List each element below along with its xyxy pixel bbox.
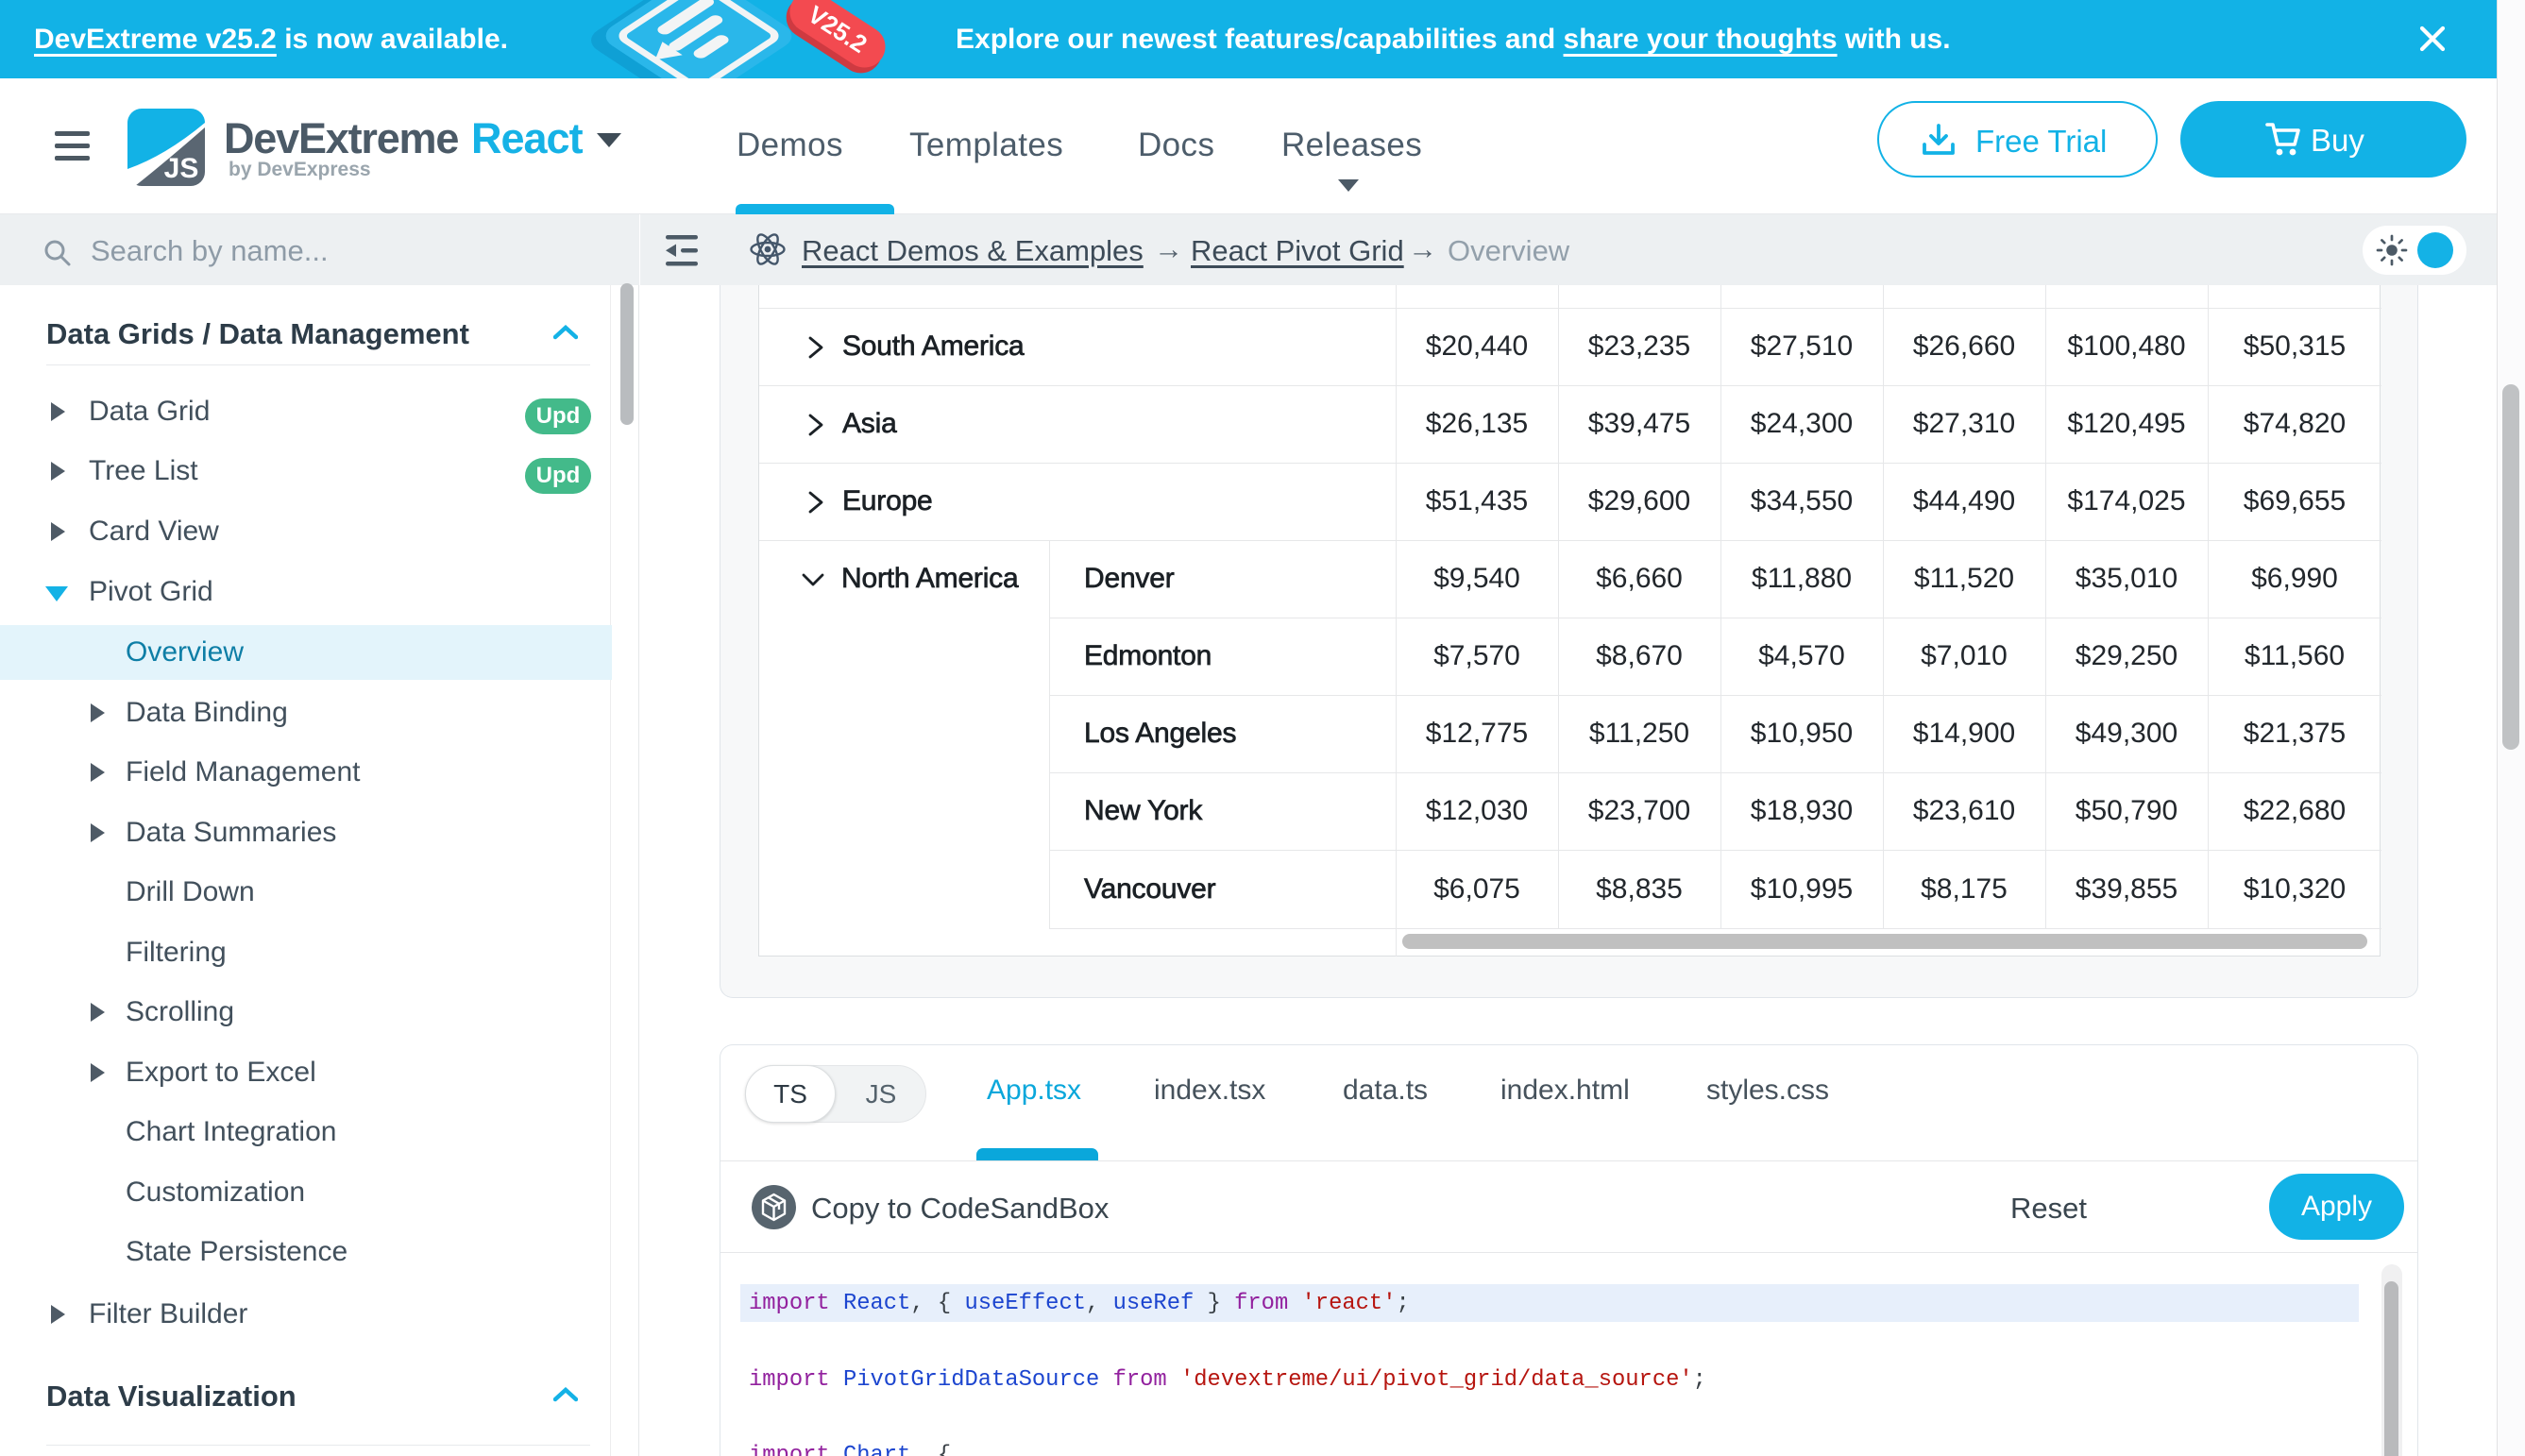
- svg-text:JS: JS: [164, 153, 199, 184]
